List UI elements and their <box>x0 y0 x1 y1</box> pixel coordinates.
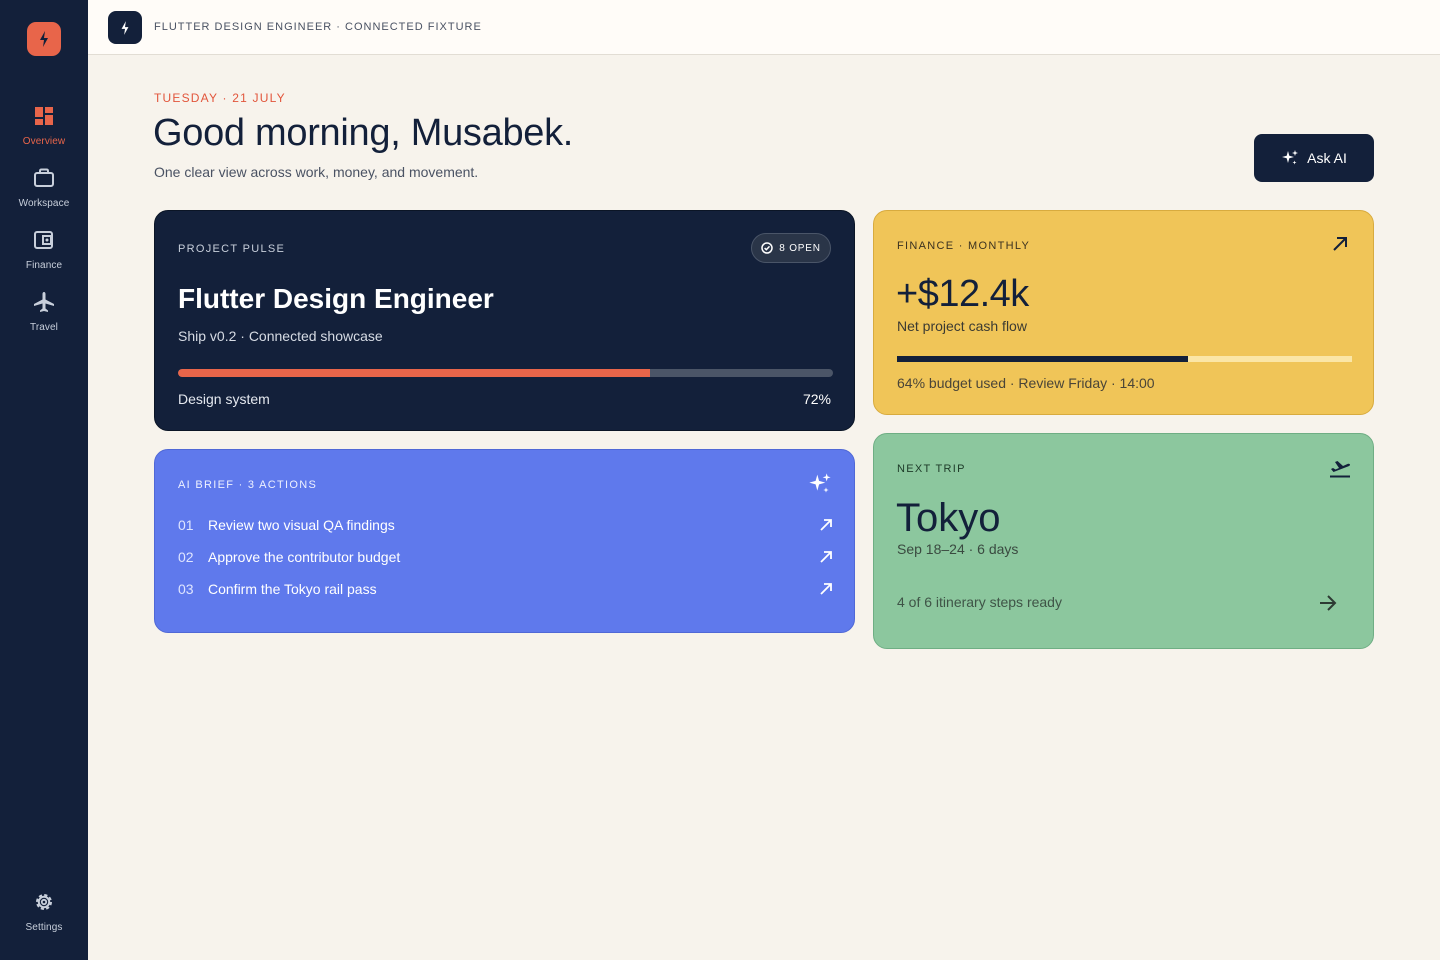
budget-meta: 64% budget used · Review Friday · 14:00 <box>897 375 1155 391</box>
dashboard-icon <box>32 104 56 128</box>
progress-label: Design system <box>178 391 270 407</box>
action-number: 02 <box>178 549 194 565</box>
card-label: PROJECT PULSE <box>178 243 286 255</box>
project-pulse-card[interactable]: PROJECT PULSE 8 OPEN Flutter Design Engi… <box>154 210 855 431</box>
check-circle-icon <box>761 242 773 254</box>
sidebar-item-workspace[interactable]: Workspace <box>0 166 88 222</box>
card-label: NEXT TRIP <box>897 463 966 475</box>
app-badge[interactable] <box>108 11 142 44</box>
progress-bar <box>178 369 833 377</box>
project-title: Flutter Design Engineer <box>178 283 494 314</box>
sparkle-icon <box>1282 150 1299 165</box>
cash-flow-label: Net project cash flow <box>897 318 1027 334</box>
arrow-up-right-icon[interactable] <box>1331 235 1349 258</box>
arrow-right-icon[interactable] <box>1317 592 1339 614</box>
sidebar-item-label: Workspace <box>18 198 70 209</box>
sidebar-item-overview[interactable]: Overview <box>0 104 88 160</box>
itinerary-status: 4 of 6 itinerary steps ready <box>897 594 1062 610</box>
progress-fill <box>178 369 650 377</box>
wallet-icon <box>32 228 56 252</box>
page-subtitle: One clear view across work, money, and m… <box>154 164 479 180</box>
trip-destination: Tokyo <box>896 496 1001 540</box>
flight-takeoff-icon <box>1329 458 1351 483</box>
app-logo[interactable] <box>27 22 61 56</box>
finance-card[interactable]: FINANCE · MONTHLY +$12.4k Net project ca… <box>873 210 1374 415</box>
page-title: Good morning, Musabek. <box>153 112 574 154</box>
sidebar-item-label: Settings <box>25 922 63 933</box>
arrow-up-right-icon <box>820 551 832 563</box>
card-label: AI BRIEF · 3 ACTIONS <box>178 479 318 491</box>
date-eyebrow: TUESDAY · 21 JULY <box>154 91 286 105</box>
brief-action-item[interactable]: 02 Approve the contributor budget <box>178 545 833 569</box>
action-text: Confirm the Tokyo rail pass <box>208 581 377 597</box>
airplane-icon <box>32 290 56 314</box>
next-trip-card[interactable]: NEXT TRIP Tokyo Sep 18–24 · 6 days 4 of … <box>873 433 1374 649</box>
sidebar-item-settings[interactable]: Settings <box>0 890 88 946</box>
gear-icon <box>32 890 56 914</box>
sparkle-icon <box>808 472 832 501</box>
action-number: 01 <box>178 517 194 533</box>
sidebar-item-finance[interactable]: Finance <box>0 228 88 284</box>
sidebar-item-travel[interactable]: Travel <box>0 290 88 346</box>
trip-dates: Sep 18–24 · 6 days <box>897 541 1019 557</box>
bolt-icon <box>121 20 129 35</box>
progress-percent: 72% <box>802 391 831 407</box>
ask-ai-label: Ask AI <box>1307 150 1347 166</box>
sidebar-item-label: Finance <box>25 260 63 271</box>
app-title: FLUTTER DESIGN ENGINEER · CONNECTED FIXT… <box>154 21 482 33</box>
action-number: 03 <box>178 581 194 597</box>
open-count-chip[interactable]: 8 OPEN <box>751 233 831 263</box>
sidebar-item-label: Travel <box>29 322 58 333</box>
ask-ai-button[interactable]: Ask AI <box>1254 134 1374 182</box>
card-label: FINANCE · MONTHLY <box>897 240 1031 252</box>
arrow-up-right-icon <box>820 519 832 531</box>
brief-action-item[interactable]: 01 Review two visual QA findings <box>178 513 833 537</box>
brief-action-item[interactable]: 03 Confirm the Tokyo rail pass <box>178 577 833 601</box>
cash-flow-value: +$12.4k <box>896 273 1029 315</box>
budget-bar <box>897 356 1352 362</box>
action-text: Review two visual QA findings <box>208 517 395 533</box>
action-text: Approve the contributor budget <box>208 549 401 565</box>
bolt-icon <box>40 31 48 47</box>
top-bar: FLUTTER DESIGN ENGINEER · CONNECTED FIXT… <box>88 0 1440 55</box>
sidebar-item-label: Overview <box>22 136 66 147</box>
sidebar: Overview Workspace Finance Travel Settin… <box>0 0 88 960</box>
ai-brief-card: AI BRIEF · 3 ACTIONS 01 Review two visua… <box>154 449 855 633</box>
open-count-label: 8 OPEN <box>779 242 821 254</box>
briefcase-icon <box>32 166 56 190</box>
project-subtitle: Ship v0.2 · Connected showcase <box>178 328 383 344</box>
budget-fill <box>897 356 1189 362</box>
arrow-up-right-icon <box>820 583 832 595</box>
